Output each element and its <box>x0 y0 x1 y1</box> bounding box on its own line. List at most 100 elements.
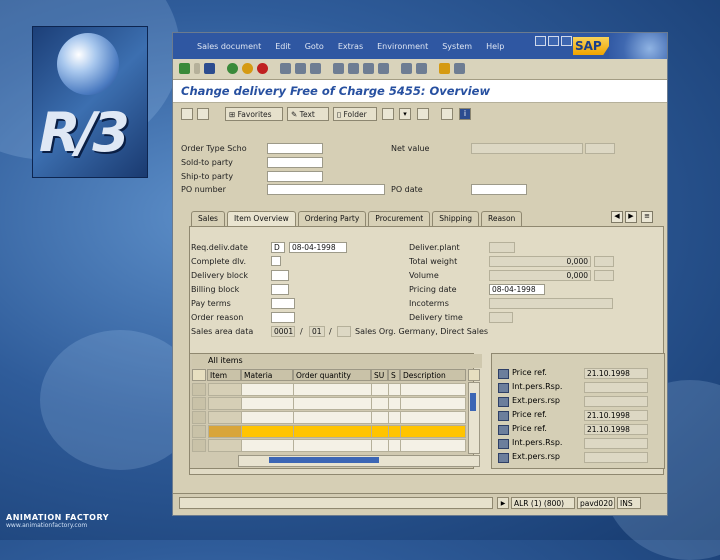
tab-scroll-left-icon[interactable]: ◀ <box>611 211 623 223</box>
table-row[interactable] <box>192 411 478 425</box>
dropdown-arrow-icon[interactable]: ▾ <box>399 108 411 120</box>
column-header-s[interactable]: S <box>388 369 400 381</box>
req-deliv-date-field[interactable]: 08-04-1998 <box>289 242 347 253</box>
back-icon[interactable] <box>227 63 238 74</box>
info-row[interactable]: Price ref. 21.10.1998 <box>498 424 658 436</box>
row-selector[interactable] <box>192 397 206 410</box>
info-row[interactable]: Price ref. 21.10.1998 <box>498 368 658 380</box>
material-cell[interactable] <box>241 397 294 410</box>
help-icon[interactable] <box>439 63 450 74</box>
su-cell[interactable] <box>371 383 389 396</box>
info-row[interactable]: Price ref. 21.10.1998 <box>498 410 658 422</box>
zoom-icon[interactable] <box>441 108 453 120</box>
sold-to-party-field[interactable] <box>267 157 323 168</box>
description-cell[interactable] <box>400 425 466 438</box>
tab-list-icon[interactable]: ≡ <box>641 211 653 223</box>
close-icon[interactable] <box>561 36 572 46</box>
item-detail-icon[interactable] <box>382 108 394 120</box>
material-cell[interactable] <box>241 383 294 396</box>
select-all-icon[interactable] <box>192 369 206 381</box>
delete-icon[interactable] <box>417 108 429 120</box>
order-type-field[interactable] <box>267 143 323 154</box>
create-session-icon[interactable] <box>401 63 412 74</box>
row-selector[interactable] <box>192 383 206 396</box>
next-page-icon[interactable] <box>363 63 374 74</box>
description-cell[interactable] <box>400 411 466 424</box>
exit-icon[interactable] <box>242 63 253 74</box>
tab-procurement[interactable]: Procurement <box>368 211 431 226</box>
su-cell[interactable] <box>371 411 389 424</box>
maximize-icon[interactable] <box>548 36 559 46</box>
favorites-button[interactable]: ⊞ Favorites <box>225 107 283 121</box>
horizontal-scrollbar[interactable] <box>238 455 480 467</box>
table-row[interactable] <box>192 397 478 411</box>
find-icon[interactable] <box>295 63 306 74</box>
table-row[interactable] <box>192 383 478 397</box>
billing-block-field[interactable] <box>271 284 289 295</box>
menu-goto[interactable]: Goto <box>305 42 324 51</box>
save-icon[interactable] <box>204 63 215 74</box>
su-cell[interactable] <box>371 439 389 452</box>
info-row[interactable]: Ext.pers.rsp <box>498 452 658 464</box>
command-field-arrow-icon[interactable] <box>194 63 200 74</box>
info-icon[interactable]: i <box>459 108 471 120</box>
material-cell[interactable] <box>241 425 294 438</box>
order-quantity-cell[interactable] <box>293 397 372 410</box>
status-expand-icon[interactable]: ▶ <box>497 497 509 509</box>
shortcut-icon[interactable] <box>416 63 427 74</box>
req-deliv-date-unit-field[interactable]: D <box>271 242 285 253</box>
description-cell[interactable] <box>400 439 466 452</box>
pricing-date-field[interactable]: 08-04-1998 <box>489 284 545 295</box>
row-selector[interactable] <box>192 425 206 438</box>
menu-system[interactable]: System <box>442 42 472 51</box>
su-cell[interactable] <box>371 425 389 438</box>
table-settings-icon[interactable] <box>468 369 480 381</box>
cancel-icon[interactable] <box>257 63 268 74</box>
last-page-icon[interactable] <box>378 63 389 74</box>
enter-icon[interactable] <box>179 63 190 74</box>
column-header-order-quantity[interactable]: Order quantity <box>293 369 371 381</box>
pay-terms-field[interactable] <box>271 298 295 309</box>
su-cell[interactable] <box>371 397 389 410</box>
tab-ordering-party[interactable]: Ordering Party <box>297 211 367 226</box>
material-cell[interactable] <box>241 439 294 452</box>
display-document-icon[interactable] <box>181 108 193 120</box>
row-selector[interactable] <box>192 411 206 424</box>
scrollbar-thumb[interactable] <box>470 393 476 411</box>
scrollbar-thumb[interactable] <box>269 457 379 463</box>
header-details-icon[interactable] <box>197 108 209 120</box>
order-quantity-cell[interactable] <box>293 411 372 424</box>
menu-environment[interactable]: Environment <box>377 42 428 51</box>
tab-item-overview[interactable]: Item Overview <box>226 211 296 226</box>
folder-button[interactable]: ▯ Folder <box>333 107 377 121</box>
first-page-icon[interactable] <box>333 63 344 74</box>
tab-sales[interactable]: Sales <box>191 211 225 226</box>
minimize-icon[interactable] <box>535 36 546 46</box>
po-number-field[interactable] <box>267 184 385 195</box>
order-quantity-cell[interactable] <box>293 425 372 438</box>
layout-menu-icon[interactable] <box>454 63 465 74</box>
order-quantity-cell[interactable] <box>293 383 372 396</box>
complete-dlv-checkbox[interactable] <box>271 256 281 266</box>
column-header-material[interactable]: Materia <box>241 369 293 381</box>
ship-to-party-field[interactable] <box>267 171 323 182</box>
description-cell[interactable] <box>400 397 466 410</box>
previous-page-icon[interactable] <box>348 63 359 74</box>
row-selector[interactable] <box>192 439 206 452</box>
tab-scroll-right-icon[interactable]: ▶ <box>625 211 637 223</box>
info-row[interactable]: Int.pers.Rsp. <box>498 382 658 394</box>
text-button[interactable]: ✎ Text <box>287 107 329 121</box>
find-next-icon[interactable] <box>310 63 321 74</box>
table-row-selected[interactable] <box>192 425 478 439</box>
order-quantity-cell[interactable] <box>293 439 372 452</box>
column-header-su[interactable]: SU <box>371 369 388 381</box>
vertical-scrollbar[interactable] <box>468 382 480 454</box>
info-row[interactable]: Int.pers.Rsp. <box>498 438 658 450</box>
column-header-description[interactable]: Description <box>400 369 466 381</box>
tab-reason[interactable]: Reason <box>480 211 523 226</box>
order-reason-field[interactable] <box>271 312 295 323</box>
tab-shipping[interactable]: Shipping <box>432 211 479 226</box>
menu-extras[interactable]: Extras <box>338 42 363 51</box>
print-icon[interactable] <box>280 63 291 74</box>
menu-sales-document[interactable]: Sales document <box>197 42 261 51</box>
